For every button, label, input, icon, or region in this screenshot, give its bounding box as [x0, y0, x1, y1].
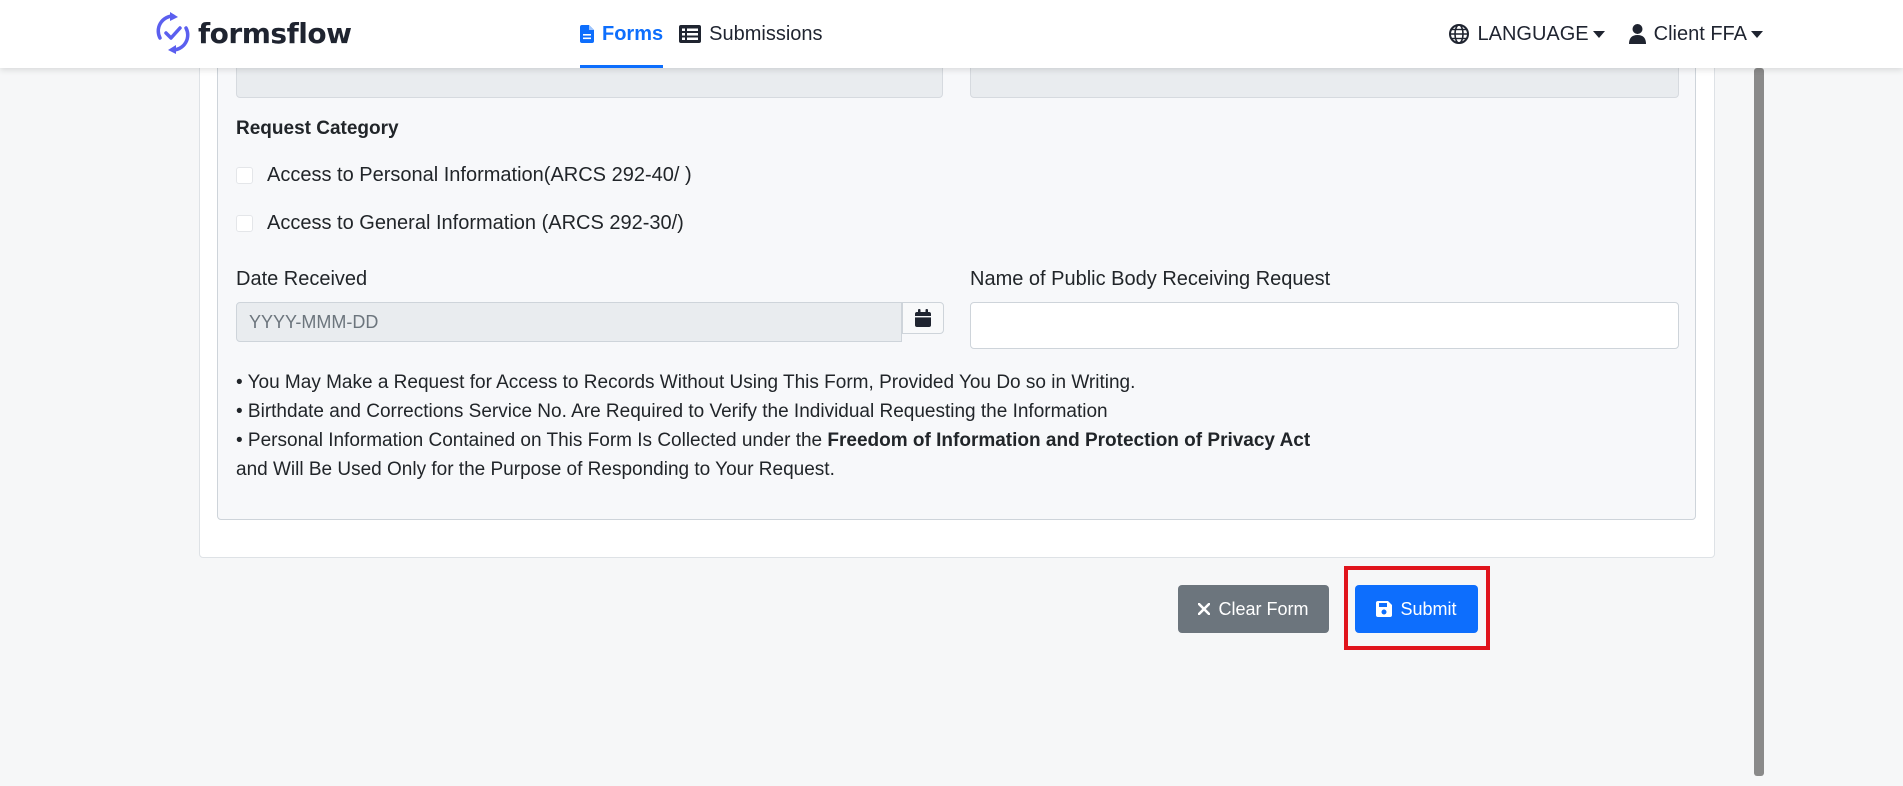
date-received-input[interactable]	[236, 302, 902, 342]
checkbox[interactable]	[236, 215, 253, 232]
note-line: • Birthdate and Corrections Service No. …	[236, 401, 1108, 422]
user-icon	[1628, 24, 1646, 44]
checkbox-general-information[interactable]: Access to General Information (ARCS 292-…	[236, 212, 684, 235]
nav-submissions[interactable]: Submissions	[679, 0, 823, 68]
formsflow-logo-icon	[156, 12, 190, 54]
nav-right: LANGUAGE Client FFA	[1425, 0, 1763, 68]
calendar-icon	[915, 309, 931, 327]
form-notes: • You May Make a Request for Access to R…	[236, 368, 1310, 484]
chevron-down-icon	[1751, 30, 1763, 38]
main-nav: Forms Submissions	[580, 0, 839, 68]
language-label: LANGUAGE	[1477, 22, 1589, 45]
globe-icon	[1449, 24, 1470, 44]
clear-form-button[interactable]: Clear Form	[1178, 585, 1329, 633]
submit-highlight-box	[1344, 566, 1490, 650]
note-text: • Personal Information Contained on This…	[236, 430, 828, 451]
brand[interactable]: formsflow	[154, 12, 352, 54]
request-category-label: Request Category	[236, 118, 399, 139]
chevron-down-icon	[1592, 30, 1605, 38]
checkbox-label: Access to Personal Information(ARCS 292-…	[267, 164, 692, 186]
user-label: Client FFA	[1653, 22, 1747, 45]
calendar-button[interactable]	[902, 302, 944, 334]
user-dropdown[interactable]: Client FFA	[1628, 22, 1763, 46]
language-dropdown[interactable]: LANGUAGE	[1449, 22, 1605, 46]
note-line: • Personal Information Contained on This…	[236, 426, 1310, 455]
brand-name: formsflow	[198, 16, 352, 50]
date-received-label: Date Received	[236, 268, 368, 290]
public-body-label: Name of Public Body Receiving Request	[970, 268, 1331, 290]
act-name: Freedom of Information and Protection of…	[827, 430, 1311, 451]
checkbox-label: Access to General Information (ARCS 292-…	[267, 212, 684, 234]
note-line: • You May Make a Request for Access to R…	[236, 372, 1136, 393]
list-icon	[679, 25, 702, 43]
clear-form-label: Clear Form	[1218, 598, 1309, 619]
file-icon	[580, 25, 594, 43]
nav-submissions-label: Submissions	[709, 22, 823, 45]
nav-forms[interactable]: Forms	[580, 0, 664, 68]
close-icon	[1198, 603, 1211, 615]
nav-forms-label: Forms	[602, 22, 664, 45]
scrollbar[interactable]	[1754, 68, 1764, 776]
checkbox[interactable]	[236, 167, 253, 184]
top-navbar: formsflow Forms Submissions LANGUAGE Cli…	[0, 0, 1903, 68]
checkbox-personal-information[interactable]: Access to Personal Information(ARCS 292-…	[236, 164, 692, 187]
note-line: and Will Be Used Only for the Purpose of…	[236, 459, 835, 480]
public-body-input[interactable]	[970, 302, 1679, 349]
